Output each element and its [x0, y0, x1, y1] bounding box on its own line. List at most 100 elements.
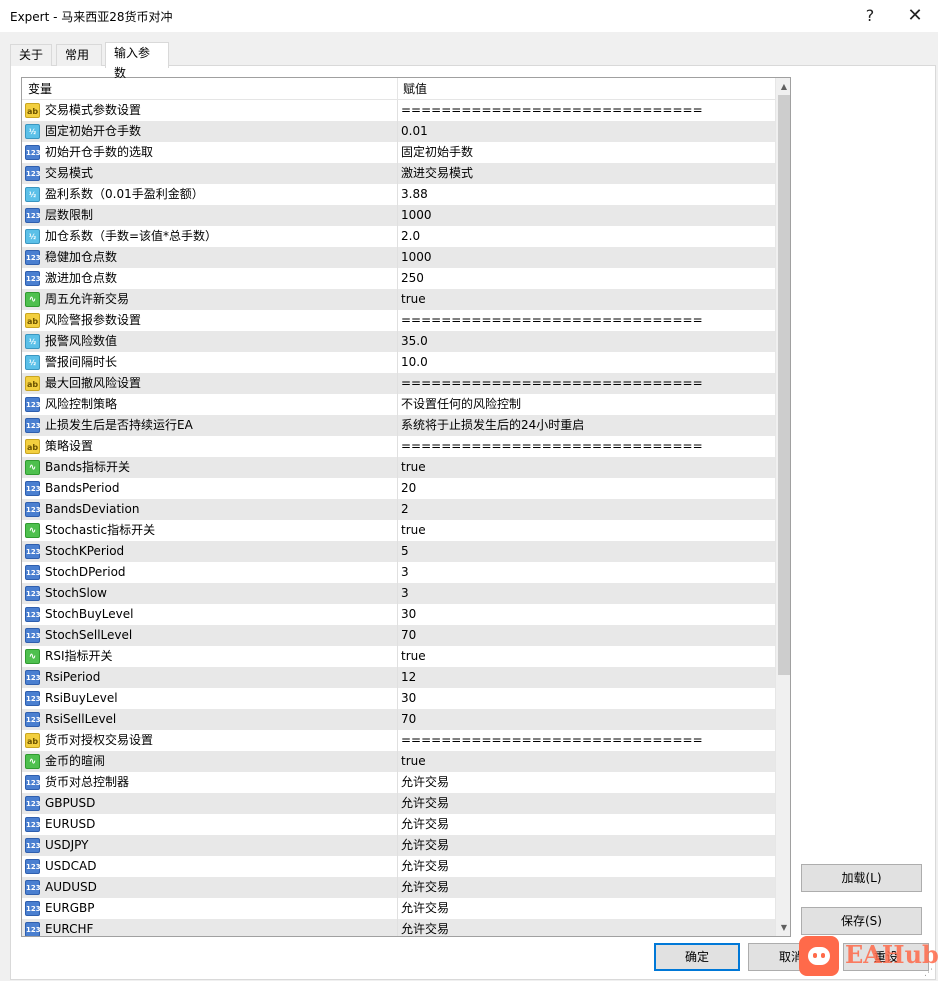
table-row[interactable]: 123 StochDPeriod 3: [22, 562, 775, 583]
table-row[interactable]: 123 EURCHF 允许交易: [22, 919, 775, 936]
value-cell[interactable]: true: [401, 289, 773, 310]
value-cell[interactable]: 允许交易: [401, 814, 773, 835]
help-icon[interactable]: ?: [855, 4, 885, 28]
value-cell[interactable]: 1000: [401, 247, 773, 268]
vertical-scrollbar[interactable]: ▲ ▼: [775, 78, 790, 936]
value-cell[interactable]: 允许交易: [401, 919, 773, 936]
tab-inputs[interactable]: 输入参数: [105, 42, 169, 80]
tab-common[interactable]: 常用: [56, 44, 102, 66]
table-row[interactable]: 123 EURGBP 允许交易: [22, 898, 775, 919]
table-row[interactable]: 123 USDJPY 允许交易: [22, 835, 775, 856]
value-cell[interactable]: 允许交易: [401, 856, 773, 877]
table-row[interactable]: 123 GBPUSD 允许交易: [22, 793, 775, 814]
value-cell[interactable]: 12: [401, 667, 773, 688]
value-cell[interactable]: 0.01: [401, 121, 773, 142]
value-cell[interactable]: ==============================: [401, 100, 773, 121]
variable-cell: ½ 报警风险数值: [22, 331, 398, 352]
column-header-variable[interactable]: 变量: [22, 78, 398, 100]
value-cell[interactable]: 2: [401, 499, 773, 520]
ok-button[interactable]: 确定: [654, 943, 740, 971]
table-row[interactable]: 123 StochSellLevel 70: [22, 625, 775, 646]
value-cell[interactable]: ==============================: [401, 730, 773, 751]
value-cell[interactable]: true: [401, 751, 773, 772]
value-cell[interactable]: 允许交易: [401, 772, 773, 793]
table-row[interactable]: 123 StochBuyLevel 30: [22, 604, 775, 625]
table-row[interactable]: 123 EURUSD 允许交易: [22, 814, 775, 835]
table-row[interactable]: ½ 固定初始开仓手数 0.01: [22, 121, 775, 142]
value-cell[interactable]: ==============================: [401, 436, 773, 457]
table-row[interactable]: ab 最大回撤风险设置 ==============================: [22, 373, 775, 394]
value-cell[interactable]: 系统将于止损发生后的24小时重启: [401, 415, 773, 436]
value-cell[interactable]: 5: [401, 541, 773, 562]
value-cell[interactable]: 允许交易: [401, 898, 773, 919]
table-row[interactable]: ∿ 周五允许新交易 true: [22, 289, 775, 310]
table-row[interactable]: ab 策略设置 ==============================: [22, 436, 775, 457]
table-row[interactable]: 123 RsiBuyLevel 30: [22, 688, 775, 709]
value-cell[interactable]: 20: [401, 478, 773, 499]
value-cell[interactable]: 70: [401, 709, 773, 730]
value-cell[interactable]: 激进交易模式: [401, 163, 773, 184]
save-button[interactable]: 保存(S): [801, 907, 922, 935]
table-row[interactable]: 123 货币对总控制器 允许交易: [22, 772, 775, 793]
table-row[interactable]: 123 初始开仓手数的选取 固定初始手数: [22, 142, 775, 163]
value-cell[interactable]: true: [401, 646, 773, 667]
value-cell[interactable]: 3.88: [401, 184, 773, 205]
table-row[interactable]: ∿ Stochastic指标开关 true: [22, 520, 775, 541]
value-cell[interactable]: ==============================: [401, 310, 773, 331]
value-cell[interactable]: 允许交易: [401, 877, 773, 898]
table-row[interactable]: ½ 报警风险数值 35.0: [22, 331, 775, 352]
value-cell[interactable]: 不设置任何的风险控制: [401, 394, 773, 415]
value-cell[interactable]: 250: [401, 268, 773, 289]
table-row[interactable]: 123 RsiPeriod 12: [22, 667, 775, 688]
close-icon[interactable]: ✕: [900, 4, 930, 28]
scroll-up-arrow-icon[interactable]: ▲: [776, 78, 790, 95]
value-cell[interactable]: 3: [401, 562, 773, 583]
column-header-value[interactable]: 赋值: [398, 78, 775, 100]
table-row[interactable]: 123 激进加仓点数 250: [22, 268, 775, 289]
value-cell[interactable]: 3: [401, 583, 773, 604]
scroll-thumb[interactable]: [778, 95, 790, 675]
table-row[interactable]: ab 交易模式参数设置 ==============================: [22, 100, 775, 121]
table-row[interactable]: 123 BandsDeviation 2: [22, 499, 775, 520]
table-row[interactable]: 123 交易模式 激进交易模式: [22, 163, 775, 184]
value-cell[interactable]: 70: [401, 625, 773, 646]
table-row[interactable]: 123 RsiSellLevel 70: [22, 709, 775, 730]
table-row[interactable]: ½ 加仓系数（手数=该值*总手数） 2.0: [22, 226, 775, 247]
value-cell[interactable]: true: [401, 457, 773, 478]
variable-cell: 123 风险控制策略: [22, 394, 398, 415]
value-cell[interactable]: 30: [401, 688, 773, 709]
resize-grip-icon[interactable]: ⋰: [924, 968, 936, 980]
table-row[interactable]: ∿ 金币的暄闹 true: [22, 751, 775, 772]
value-cell[interactable]: 1000: [401, 205, 773, 226]
table-row[interactable]: ∿ RSI指标开关 true: [22, 646, 775, 667]
table-row[interactable]: 123 USDCAD 允许交易: [22, 856, 775, 877]
string-type-icon: ab: [25, 733, 40, 748]
tab-about[interactable]: 关于: [10, 44, 52, 66]
table-row[interactable]: ∿ Bands指标开关 true: [22, 457, 775, 478]
table-row[interactable]: ½ 盈利系数（0.01手盈利金额） 3.88: [22, 184, 775, 205]
table-row[interactable]: ab 货币对授权交易设置 =============================…: [22, 730, 775, 751]
table-row[interactable]: 123 AUDUSD 允许交易: [22, 877, 775, 898]
table-row[interactable]: 123 StochKPeriod 5: [22, 541, 775, 562]
value-cell[interactable]: 2.0: [401, 226, 773, 247]
value-cell[interactable]: true: [401, 520, 773, 541]
table-row[interactable]: 123 稳健加仓点数 1000: [22, 247, 775, 268]
logo-face: [808, 947, 830, 965]
table-row[interactable]: 123 StochSlow 3: [22, 583, 775, 604]
value-cell[interactable]: 允许交易: [401, 793, 773, 814]
table-row[interactable]: 123 BandsPeriod 20: [22, 478, 775, 499]
table-row[interactable]: ½ 警报间隔时长 10.0: [22, 352, 775, 373]
load-button[interactable]: 加载(L): [801, 864, 922, 892]
value-cell[interactable]: 35.0: [401, 331, 773, 352]
value-cell[interactable]: 30: [401, 604, 773, 625]
table-row[interactable]: ab 风险警报参数设置 ==============================: [22, 310, 775, 331]
value-cell[interactable]: ==============================: [401, 373, 773, 394]
value-cell[interactable]: 10.0: [401, 352, 773, 373]
scroll-down-arrow-icon[interactable]: ▼: [776, 919, 790, 936]
table-row[interactable]: 123 层数限制 1000: [22, 205, 775, 226]
table-row[interactable]: 123 风险控制策略 不设置任何的风险控制: [22, 394, 775, 415]
value-cell[interactable]: 固定初始手数: [401, 142, 773, 163]
value-cell[interactable]: 允许交易: [401, 835, 773, 856]
integer-type-icon: 123: [25, 418, 41, 433]
table-row[interactable]: 123 止损发生后是否持续运行EA 系统将于止损发生后的24小时重启: [22, 415, 775, 436]
